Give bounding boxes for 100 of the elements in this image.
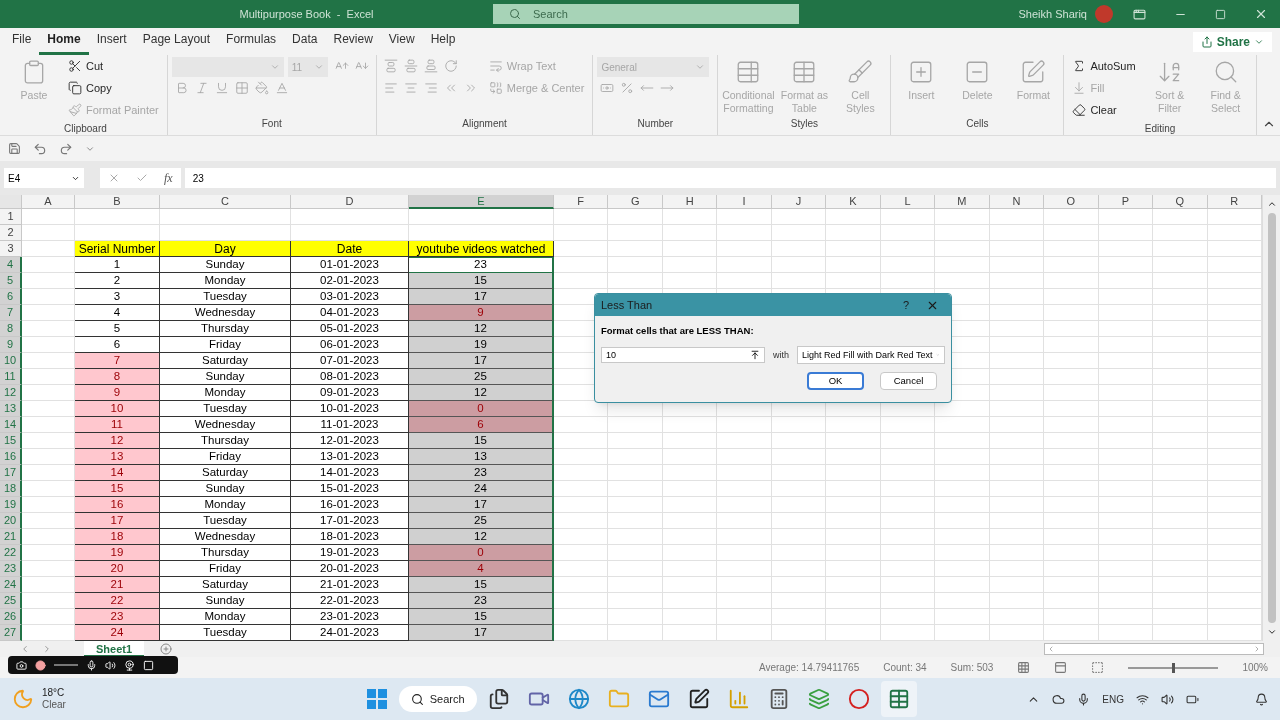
row-header[interactable]: 26 — [0, 609, 22, 625]
share-button[interactable]: Share — [1192, 31, 1272, 52]
previous-sheet-icon[interactable] — [20, 644, 30, 654]
zoom-level[interactable]: 100% — [1242, 660, 1268, 675]
column-header[interactable]: M — [935, 195, 990, 209]
spreadsheet-icon[interactable] — [880, 681, 917, 717]
row-header[interactable]: 22 — [0, 545, 22, 561]
row-header[interactable]: 6 — [0, 289, 22, 305]
value-field[interactable]: 10 — [601, 347, 765, 364]
name-box[interactable]: E4 — [4, 168, 84, 188]
menu-tab[interactable]: Formulas — [218, 30, 285, 55]
column-header[interactable]: A — [22, 195, 75, 209]
column-header[interactable]: P — [1098, 195, 1154, 209]
column-header[interactable]: O — [1044, 195, 1099, 209]
microphone-icon[interactable] — [86, 659, 97, 671]
row-header[interactable]: 25 — [0, 593, 22, 609]
normal-view-icon[interactable] — [1017, 661, 1031, 674]
webcam-icon[interactable] — [124, 659, 135, 671]
scroll-left-icon[interactable] — [1047, 645, 1055, 653]
undo-icon[interactable] — [33, 141, 47, 156]
row-header[interactable]: 9 — [0, 337, 22, 353]
row-header[interactable]: 14 — [0, 417, 22, 433]
column-header[interactable]: L — [880, 195, 936, 209]
row-header[interactable]: 19 — [0, 497, 22, 513]
menu-tab[interactable]: Data — [284, 30, 326, 55]
row-header[interactable]: 2 — [0, 225, 22, 241]
insert-function-button[interactable]: fx — [164, 169, 173, 187]
ribbon-button[interactable]: AutoSum — [1068, 55, 1140, 77]
scroll-up-icon[interactable] — [1266, 199, 1277, 209]
column-header[interactable]: C — [160, 195, 291, 209]
cloud-icon[interactable] — [1052, 692, 1066, 706]
column-header[interactable]: J — [771, 195, 827, 209]
row-header[interactable]: 11 — [0, 369, 22, 385]
row-header[interactable]: 12 — [0, 385, 22, 401]
ribbon-button[interactable]: Copy — [64, 77, 116, 99]
row-header[interactable]: 8 — [0, 321, 22, 337]
column-header[interactable]: D — [291, 195, 409, 209]
redo-icon[interactable] — [59, 141, 73, 156]
taskbar-search[interactable]: Search — [398, 686, 477, 712]
menu-tab[interactable]: Help — [422, 30, 464, 55]
page-layout-icon[interactable] — [1054, 661, 1068, 674]
column-header[interactable]: G — [608, 195, 663, 209]
row-header[interactable]: 3 — [0, 241, 22, 257]
volume-icon[interactable] — [1161, 692, 1174, 706]
row-header[interactable]: 16 — [0, 449, 22, 465]
record-icon[interactable] — [35, 659, 46, 671]
row-header[interactable]: 4 — [0, 257, 22, 273]
column-header[interactable]: F — [554, 195, 609, 209]
page-break-icon[interactable] — [1091, 661, 1105, 674]
row-header[interactable]: 18 — [0, 481, 22, 497]
language-indicator[interactable]: ENG — [1102, 691, 1124, 707]
row-header[interactable]: 24 — [0, 577, 22, 593]
menu-tab[interactable]: Page Layout — [134, 30, 219, 55]
column-header[interactable]: H — [662, 195, 718, 209]
row-header[interactable]: 17 — [0, 465, 22, 481]
add-sheet-icon[interactable] — [160, 643, 173, 655]
save-icon[interactable] — [8, 142, 21, 155]
column-header[interactable]: I — [717, 195, 772, 209]
column-header[interactable]: K — [826, 195, 881, 209]
ribbon-button[interactable]: Cut — [64, 55, 108, 77]
row-header[interactable]: 7 — [0, 305, 22, 321]
vertical-scrollbar[interactable] — [1262, 195, 1280, 641]
window-icon[interactable] — [143, 659, 154, 671]
menu-tab[interactable]: File — [4, 30, 40, 55]
row-header[interactable]: 15 — [0, 433, 22, 449]
row-header[interactable]: 13 — [0, 401, 22, 417]
sheet-tab[interactable]: Sheet1 — [84, 641, 145, 657]
menu-tab[interactable]: Insert — [88, 30, 135, 55]
restore-icon[interactable] — [1215, 8, 1226, 20]
dialog-button[interactable]: OK — [807, 372, 864, 391]
help-button[interactable]: ? — [893, 296, 919, 314]
zoom-thumb[interactable] — [1171, 662, 1175, 673]
cancel-icon[interactable] — [108, 172, 120, 184]
wifi-icon[interactable] — [1136, 692, 1149, 706]
menu-tab[interactable]: Review — [325, 30, 381, 55]
close-icon[interactable] — [1254, 7, 1268, 21]
row-header[interactable]: 27 — [0, 625, 22, 641]
column-header[interactable]: E — [409, 195, 554, 209]
row-header[interactable]: 21 — [0, 529, 22, 545]
row-header[interactable]: 1 — [0, 209, 22, 225]
range-select-icon[interactable] — [750, 350, 760, 361]
windows-icon[interactable] — [366, 689, 387, 709]
format-dropdown[interactable]: Light Red Fill with Dark Red Text — [797, 346, 945, 365]
column-header[interactable]: Q — [1153, 195, 1208, 209]
camera-icon[interactable] — [16, 659, 27, 671]
enter-icon[interactable] — [136, 172, 148, 184]
column-header[interactable]: N — [989, 195, 1045, 209]
column-header[interactable]: R — [1207, 195, 1262, 209]
scroll-down-icon[interactable] — [1266, 627, 1277, 637]
menu-tab[interactable]: View — [380, 30, 423, 55]
row-header[interactable]: 5 — [0, 273, 22, 289]
row-header[interactable]: 10 — [0, 353, 22, 369]
row-header[interactable]: 23 — [0, 561, 22, 577]
row-header[interactable]: 20 — [0, 513, 22, 529]
scroll-right-icon[interactable] — [1253, 645, 1261, 653]
column-header[interactable]: B — [75, 195, 160, 209]
horizontal-scrollbar[interactable] — [1044, 643, 1264, 655]
dialog-button[interactable]: Cancel — [880, 372, 937, 391]
notification-icon[interactable] — [1255, 692, 1268, 706]
volume-icon[interactable] — [105, 659, 116, 671]
